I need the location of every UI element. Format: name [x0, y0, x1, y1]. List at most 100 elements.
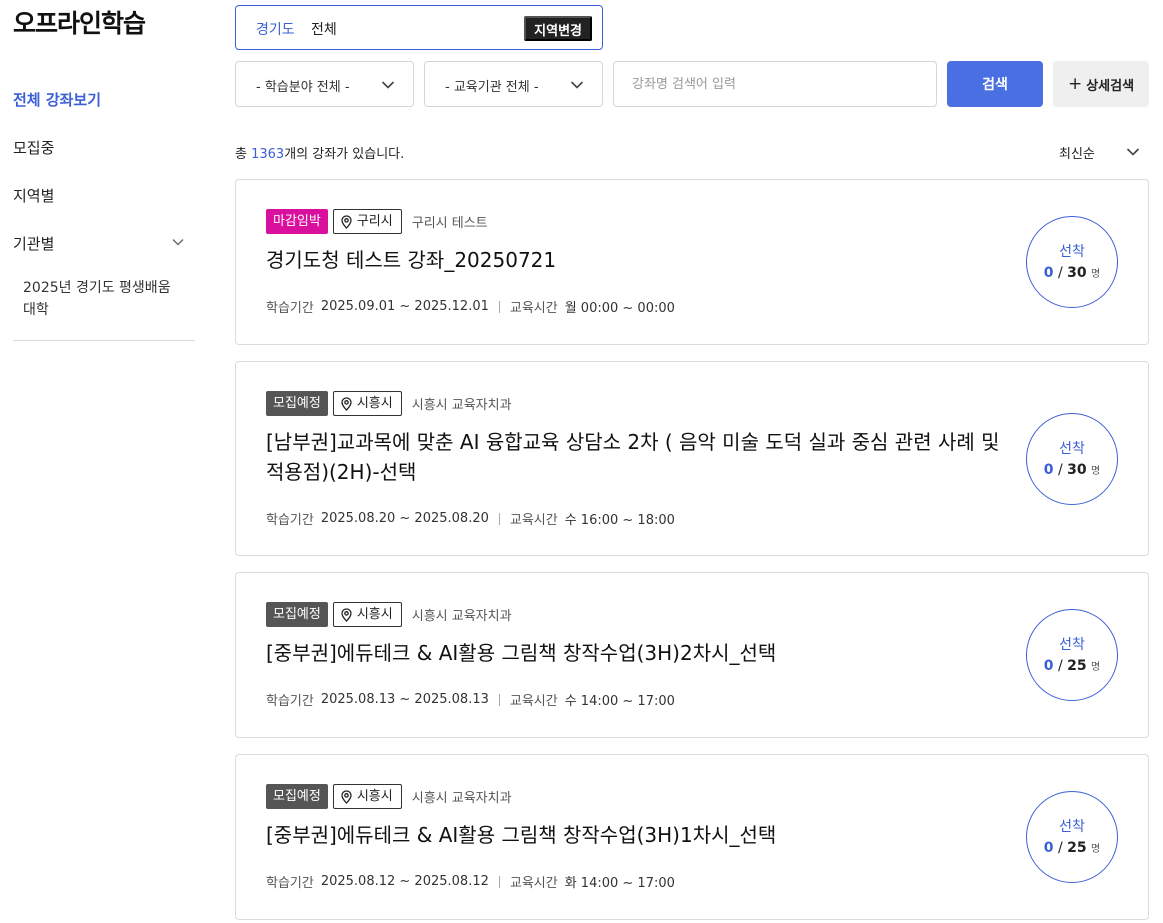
- sidebar-item-all-courses[interactable]: 전체 강좌보기: [13, 89, 101, 110]
- count-unit: 명: [1091, 466, 1101, 477]
- total-count: 1363: [251, 147, 285, 162]
- sidebar-divider: [13, 340, 195, 341]
- field-select[interactable]: - 학습분야 전체 -: [235, 61, 414, 107]
- course-title[interactable]: [남부권]교과목에 맞춘 AI 융합교육 상담소 2차 ( 음악 미술 도덕 실…: [266, 427, 1006, 487]
- enrollment-indicator: 선착 0 / 25 명: [1026, 791, 1118, 883]
- sidebar-item-label: 기관별: [13, 235, 55, 253]
- enrollment-count: 0 / 30 명: [1027, 265, 1117, 281]
- total-prefix: 총: [235, 147, 247, 162]
- institution-label: 시흥시 교육자치과: [411, 398, 512, 413]
- sidebar-item-recruiting[interactable]: 모집중: [13, 137, 54, 158]
- advanced-search-label: 상세검색: [1086, 78, 1135, 94]
- course-title[interactable]: 경기도청 테스트 강좌_20250721: [266, 245, 1006, 275]
- location-label: 시흥시: [356, 607, 393, 622]
- map-pin-icon: [341, 789, 352, 804]
- chevron-down-icon[interactable]: [1126, 145, 1140, 159]
- search-input[interactable]: [613, 61, 937, 107]
- location-label: 시흥시: [356, 789, 393, 804]
- status-badge: 모집예정: [266, 784, 328, 809]
- capacity-count: 25: [1067, 840, 1087, 856]
- count-separator: /: [1057, 265, 1063, 281]
- search-button[interactable]: 검색: [947, 61, 1043, 107]
- time-label: 교육시간: [509, 694, 558, 709]
- chevron-down-icon: [570, 81, 584, 89]
- period-value: 2025.08.13 ~ 2025.08.13: [320, 692, 489, 707]
- count-separator: /: [1057, 840, 1063, 856]
- count-separator: /: [1057, 462, 1063, 478]
- sidebar-item-by-institution[interactable]: 기관별: [13, 233, 185, 254]
- enrollment-count: 0 / 25 명: [1027, 840, 1117, 856]
- course-badges: 모집예정 시흥시 시흥시 교육자치과: [266, 784, 512, 809]
- plus-icon: +: [1067, 74, 1083, 94]
- course-total: 총 1363개의 강좌가 있습니다.: [235, 143, 404, 162]
- enrollment-indicator: 선착 0 / 25 명: [1026, 609, 1118, 701]
- period-value: 2025.09.01 ~ 2025.12.01: [320, 299, 489, 314]
- time-label: 교육시간: [509, 301, 558, 316]
- region-selector: 경기도 전체 지역변경: [235, 5, 603, 50]
- course-title[interactable]: [중부권]에듀테크 & AI활용 그림책 창작수업(3H)2차시_선택: [266, 638, 1006, 668]
- advanced-search-button[interactable]: + 상세검색: [1053, 61, 1149, 107]
- map-pin-icon: [341, 607, 352, 622]
- sidebar-item-by-region[interactable]: 지역별: [13, 185, 54, 206]
- current-count: 0: [1043, 265, 1054, 281]
- count-unit: 명: [1091, 844, 1101, 855]
- course-badges: 모집예정 시흥시 시흥시 교육자치과: [266, 602, 512, 627]
- total-suffix: 개의 강좌가 있습니다.: [284, 147, 405, 162]
- enrollment-indicator: 선착 0 / 30 명: [1026, 216, 1118, 308]
- region-province: 경기도: [256, 22, 295, 38]
- chevron-down-icon: [381, 81, 395, 89]
- period-value: 2025.08.20 ~ 2025.08.20: [320, 511, 489, 526]
- page-title: 오프라인학습: [13, 9, 146, 38]
- count-separator: /: [1057, 658, 1063, 674]
- capacity-count: 25: [1067, 658, 1087, 674]
- course-title[interactable]: [중부권]에듀테크 & AI활용 그림책 창작수업(3H)1차시_선택: [266, 820, 1006, 850]
- institution-select[interactable]: - 교육기관 전체 -: [424, 61, 603, 107]
- period-label: 학습기간: [266, 694, 314, 709]
- location-label: 구리시: [356, 214, 393, 229]
- location-badge: 구리시: [332, 209, 402, 234]
- meta-divider: [498, 693, 500, 706]
- course-meta: 학습기간 2025.08.13 ~ 2025.08.13 교육시간 수 14:0…: [266, 690, 675, 709]
- enrollment-count: 0 / 30 명: [1027, 462, 1117, 478]
- institution-select-value: - 교육기관 전체 -: [445, 80, 539, 95]
- time-label: 교육시간: [509, 876, 558, 891]
- selection-type: 선착: [1059, 819, 1085, 835]
- chevron-down-icon: [172, 239, 184, 246]
- count-unit: 명: [1091, 662, 1101, 673]
- period-label: 학습기간: [266, 876, 314, 891]
- selection-type: 선착: [1059, 637, 1085, 653]
- field-select-value: - 학습분야 전체 -: [256, 80, 350, 95]
- current-count: 0: [1043, 658, 1054, 674]
- time-value: 월 00:00 ~ 00:00: [564, 301, 675, 316]
- course-card[interactable]: 마감임박 구리시 구리시 테스트 경기도청 테스트 강좌_20250721 학습…: [235, 179, 1149, 345]
- course-card[interactable]: 모집예정 시흥시 시흥시 교육자치과 [중부권]에듀테크 & AI활용 그림책 …: [235, 754, 1149, 920]
- sort-select[interactable]: 최신순: [1059, 143, 1095, 162]
- location-badge: 시흥시: [332, 391, 402, 416]
- institution-label: 구리시 테스트: [411, 216, 488, 231]
- course-meta: 학습기간 2025.08.20 ~ 2025.08.20 교육시간 수 16:0…: [266, 509, 675, 528]
- enrollment-indicator: 선착 0 / 30 명: [1026, 413, 1118, 505]
- page: 오프라인학습 전체 강좌보기 모집중 지역별 기관별 2025년 경기도 평생배…: [0, 0, 1163, 923]
- location-badge: 시흥시: [332, 784, 402, 809]
- course-card[interactable]: 모집예정 시흥시 시흥시 교육자치과 [중부권]에듀테크 & AI활용 그림책 …: [235, 572, 1149, 738]
- change-region-button[interactable]: 지역변경: [524, 16, 592, 41]
- course-card[interactable]: 모집예정 시흥시 시흥시 교육자치과 [남부권]교과목에 맞춘 AI 융합교육 …: [235, 361, 1149, 556]
- sidebar-subitem-learning-university[interactable]: 2025년 경기도 평생배움대학: [23, 277, 173, 321]
- status-badge: 마감임박: [266, 209, 328, 234]
- time-value: 화 14:00 ~ 17:00: [564, 876, 675, 891]
- course-meta: 학습기간 2025.08.12 ~ 2025.08.12 교육시간 화 14:0…: [266, 872, 675, 891]
- current-count: 0: [1043, 462, 1054, 478]
- count-unit: 명: [1091, 269, 1101, 280]
- meta-divider: [498, 875, 500, 888]
- time-value: 수 14:00 ~ 17:00: [564, 694, 675, 709]
- period-value: 2025.08.12 ~ 2025.08.12: [320, 874, 489, 889]
- course-badges: 마감임박 구리시 구리시 테스트: [266, 209, 488, 234]
- capacity-count: 30: [1067, 462, 1087, 478]
- region-city: 전체: [311, 22, 337, 38]
- map-pin-icon: [341, 396, 352, 411]
- selection-type: 선착: [1059, 441, 1085, 457]
- map-pin-icon: [341, 214, 352, 229]
- current-count: 0: [1043, 840, 1054, 856]
- time-label: 교육시간: [509, 513, 558, 528]
- period-label: 학습기간: [266, 301, 314, 316]
